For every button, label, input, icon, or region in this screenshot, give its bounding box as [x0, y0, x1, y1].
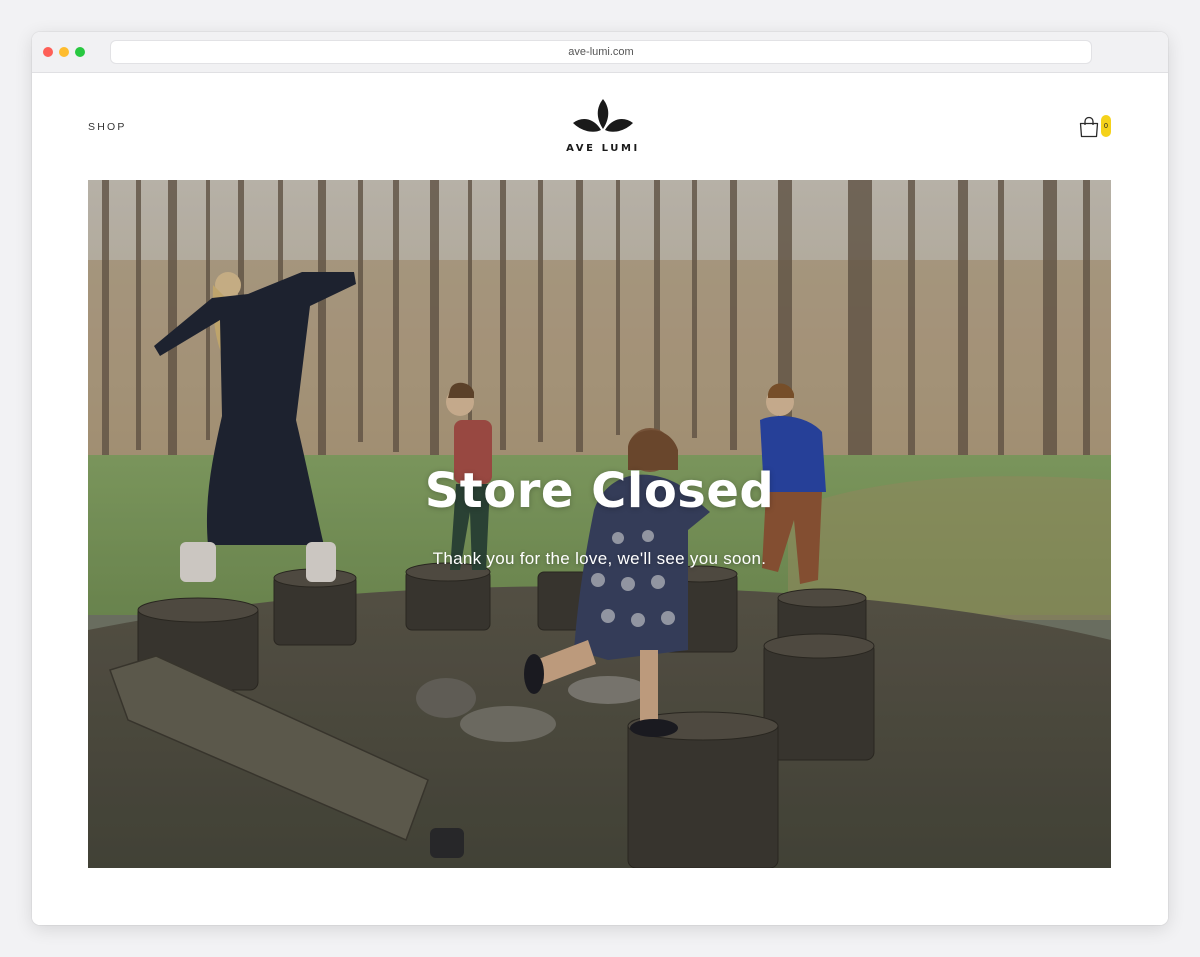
site-logo[interactable]: AVE LUMI [563, 97, 643, 157]
maximize-window-button[interactable] [75, 47, 85, 57]
browser-window: ave-lumi.com SHOP AVE LUMI 0 Store Close… [32, 32, 1168, 925]
store-closed-message: Thank you for the love, we'll see you so… [432, 549, 767, 568]
three-leaf-logo-icon [573, 99, 633, 132]
address-bar-url: ave-lumi.com [568, 46, 634, 58]
minimize-window-button[interactable] [59, 47, 69, 57]
browser-titlebar: ave-lumi.com [32, 32, 1168, 73]
hero-dim-overlay [88, 180, 1111, 868]
hero-banner: Store Closed Thank you for the love, we'… [88, 180, 1111, 868]
close-window-button[interactable] [43, 47, 53, 57]
address-bar[interactable]: ave-lumi.com [110, 40, 1092, 64]
store-closed-title: Store Closed [424, 463, 775, 519]
cart-button[interactable]: 0 [1078, 114, 1114, 140]
shopping-bag-icon [1079, 116, 1099, 138]
logo-wordmark: AVE LUMI [566, 143, 640, 154]
nav-shop-link[interactable]: SHOP [88, 121, 127, 133]
cart-count-badge: 0 [1101, 115, 1111, 137]
page-content: SHOP AVE LUMI 0 Store Closed Thank you f… [32, 73, 1168, 925]
